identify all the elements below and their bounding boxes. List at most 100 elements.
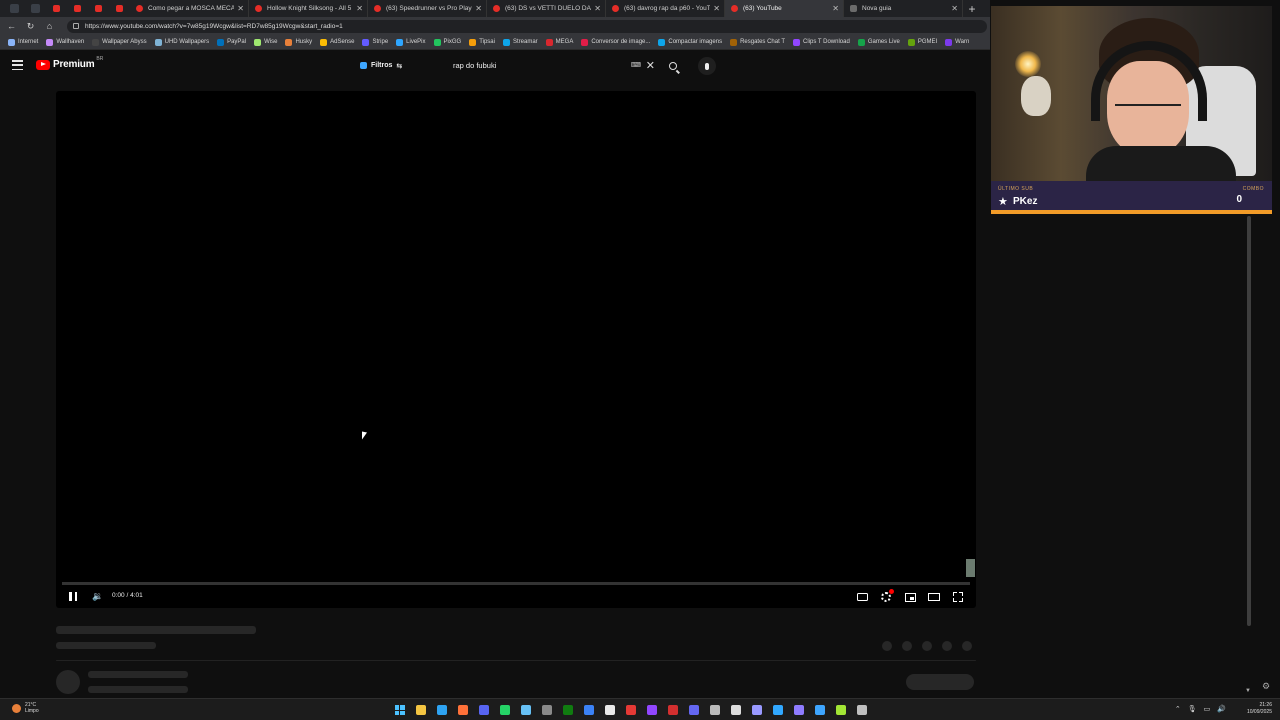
bookmark-item[interactable]: MEGA	[542, 38, 578, 46]
bookmark-item[interactable]: Tipsai	[465, 38, 499, 46]
taskbar-app-edge[interactable]	[434, 703, 449, 717]
taskbar-app-steam[interactable]	[518, 703, 533, 717]
taskbar-app-acrobat[interactable]	[665, 703, 680, 717]
pinned-tab[interactable]	[67, 0, 88, 17]
scroll-down-icon[interactable]: ▼	[1245, 688, 1251, 694]
bookmark-item[interactable]: Games Live	[854, 38, 904, 46]
page-scrollbar[interactable]	[1247, 216, 1251, 626]
bookmark-item[interactable]: Wallpaper Abyss	[88, 38, 150, 46]
bookmark-item[interactable]: PixGG	[430, 38, 466, 46]
menu-icon[interactable]	[12, 60, 23, 70]
pinned-tab[interactable]	[88, 0, 109, 17]
taskbar-app-xbox[interactable]	[560, 703, 575, 717]
pinned-tab[interactable]	[25, 0, 46, 17]
taskbar-app-app-16[interactable]	[707, 703, 722, 717]
taskbar-app-record[interactable]	[623, 703, 638, 717]
youtube-logo[interactable]: Premium BR	[36, 56, 103, 70]
new-tab-favicon-icon	[850, 5, 857, 12]
progress-bar[interactable]	[62, 582, 970, 585]
captions-icon	[856, 593, 868, 601]
bookmark-item[interactable]: Husky	[281, 38, 316, 46]
browser-tab[interactable]: (63) DS vs VETTI DUELO DA NOS✕	[487, 0, 606, 17]
taskbar-app-chrome[interactable]	[602, 703, 617, 717]
bookmark-item[interactable]: LivePix	[392, 38, 429, 46]
taskbar-app-twitch[interactable]	[644, 703, 659, 717]
browser-tab[interactable]: Como pegar a MOSCA MECÂNIC✕	[130, 0, 249, 17]
mic-tray-icon[interactable]: 🎙	[1188, 705, 1197, 713]
taskbar-app-windows-start[interactable]	[392, 703, 407, 717]
bookmark-item[interactable]: Conversor de image...	[577, 38, 654, 46]
subtitles-button[interactable]	[855, 590, 869, 604]
back-icon[interactable]: ←	[6, 21, 17, 31]
avatar-skeleton	[56, 670, 80, 694]
taskbar-app-media-encoder[interactable]	[791, 703, 806, 717]
close-tab-icon[interactable]: ✕	[832, 4, 839, 13]
bookmark-item[interactable]: Stripe	[358, 38, 392, 46]
taskbar-app-app-15[interactable]	[686, 703, 701, 717]
taskbar-app-settings[interactable]	[854, 703, 869, 717]
bookmark-item[interactable]: PayPal	[213, 38, 250, 46]
bookmark-item[interactable]: AdSense	[316, 38, 358, 46]
volume-tray-icon[interactable]: 🔊	[1217, 705, 1226, 713]
site-info-icon[interactable]	[73, 23, 79, 29]
taskbar-app-file-explorer[interactable]	[413, 703, 428, 717]
bookmark-item[interactable]: Wallhaven	[42, 38, 88, 46]
video-player[interactable]: 🔉 0:00 / 4:01	[56, 91, 976, 608]
close-tab-icon[interactable]: ✕	[951, 4, 958, 13]
volume-icon[interactable]: 🔉	[92, 591, 103, 602]
search-input[interactable]: rap do fubuki ⌨ ✕	[445, 57, 661, 74]
taskbar-app-app-8[interactable]	[539, 703, 554, 717]
taskbar-app-discord-like[interactable]	[476, 703, 491, 717]
keyboard-icon[interactable]: ⌨	[631, 61, 641, 69]
taskbar-app-obs[interactable]	[728, 703, 743, 717]
pinned-tab[interactable]	[4, 0, 25, 17]
pinned-tab[interactable]	[109, 0, 130, 17]
voice-search-button[interactable]	[698, 57, 716, 75]
taskbar-app-firefox[interactable]	[455, 703, 470, 717]
browser-tab-active[interactable]: (63) YouTube ✕	[725, 0, 844, 17]
theater-mode-button[interactable]	[927, 590, 941, 604]
taskbar-app-app-22[interactable]	[833, 703, 848, 717]
monitor-icon[interactable]: ▭	[1204, 705, 1211, 713]
close-tab-icon[interactable]: ✕	[356, 4, 363, 13]
taskbar-app-whatsapp[interactable]	[497, 703, 512, 717]
taskbar-app-photoshop[interactable]	[770, 703, 785, 717]
reload-icon[interactable]: ↻	[25, 21, 36, 32]
bookmark-item[interactable]: Resgates Chat T	[726, 38, 789, 46]
bookmark-item[interactable]: Clips T Download	[789, 38, 854, 46]
gear-icon[interactable]: ⚙	[1262, 681, 1270, 692]
bookmark-item[interactable]: Compactar imagens	[654, 38, 726, 46]
clear-search-icon[interactable]: ✕	[646, 59, 655, 72]
pause-button[interactable]	[69, 592, 77, 601]
pinned-tab[interactable]	[46, 0, 67, 17]
browser-tab[interactable]: Hollow Knight Silksong - All 5 Ra ✕	[249, 0, 368, 17]
browser-tab[interactable]: Nova guia ✕	[844, 0, 963, 17]
url-input[interactable]: https://www.youtube.com/watch?v=7w85g19W…	[67, 19, 987, 33]
bookmark-favicon-icon	[793, 38, 800, 46]
close-tab-icon[interactable]: ✕	[594, 4, 601, 13]
close-tab-icon[interactable]: ✕	[713, 4, 720, 13]
bookmark-item[interactable]: PGMEI	[904, 38, 941, 46]
fullscreen-button[interactable]	[951, 590, 965, 604]
weather-widget[interactable]: 21°C Limpo	[12, 702, 39, 714]
close-tab-icon[interactable]: ✕	[475, 4, 482, 13]
taskbar-app-app-21[interactable]	[812, 703, 827, 717]
home-icon[interactable]: ⌂	[44, 21, 55, 31]
new-tab-button[interactable]: +	[963, 0, 981, 17]
taskbar-clock[interactable]: 21:26 10/09/2025	[1247, 702, 1272, 716]
bookmark-item[interactable]: Internet	[4, 38, 42, 46]
bookmark-item[interactable]: Warn	[941, 38, 973, 46]
miniplayer-button[interactable]	[903, 590, 917, 604]
show-hidden-icons[interactable]: ⌃	[1175, 705, 1181, 713]
filters-button[interactable]: Filtros ⇆	[354, 58, 408, 73]
close-tab-icon[interactable]: ✕	[237, 4, 244, 13]
bookmark-item[interactable]: Streamar	[499, 38, 542, 46]
bookmark-item[interactable]: Wise	[250, 38, 281, 46]
taskbar-app-premiere[interactable]	[749, 703, 764, 717]
browser-tab[interactable]: (63) Speedrunner vs Pro Player d✕	[368, 0, 487, 17]
taskbar-app-app-10[interactable]	[581, 703, 596, 717]
bookmark-item[interactable]: UHD Wallpapers	[151, 38, 213, 46]
search-button[interactable]	[664, 58, 682, 74]
browser-tab[interactable]: (63) davrog rap da p60 - YouTube✕	[606, 0, 725, 17]
settings-button[interactable]	[879, 589, 894, 604]
